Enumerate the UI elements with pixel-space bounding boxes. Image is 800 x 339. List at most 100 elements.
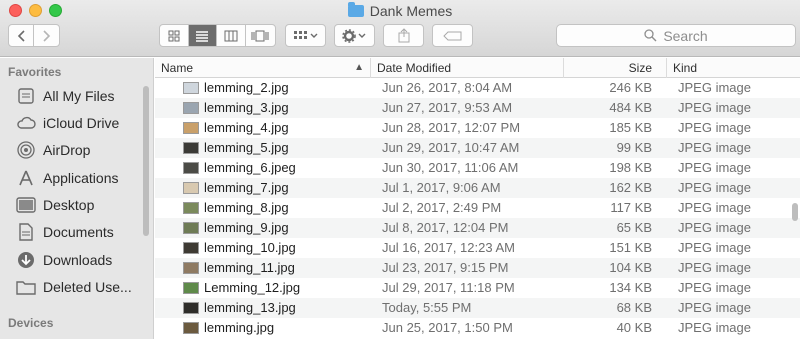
image-thumbnail-icon [183, 142, 199, 154]
sidebar-item-applications[interactable]: Applications [0, 165, 140, 191]
column-header-name[interactable]: Name ▲ [155, 58, 370, 78]
sidebar-item-deleted-users[interactable]: Deleted Use... [0, 274, 140, 300]
table-row[interactable]: lemming_13.jpg Today, 5:55 PM 68 KB JPEG im… [155, 298, 800, 318]
applications-icon [16, 168, 36, 188]
sort-ascending-icon: ▲ [354, 62, 364, 73]
file-size: 484 KB [609, 100, 652, 115]
sidebar-item-downloads[interactable]: Downloads [0, 247, 140, 273]
column-view-button[interactable] [217, 25, 246, 46]
file-size: 117 KB [610, 200, 652, 215]
file-name: lemming_6.jpeg [204, 160, 296, 175]
tags-button[interactable] [432, 24, 473, 47]
file-list: Name ▲ Date Modified Size Kind lemming_2… [155, 58, 800, 339]
airdrop-icon [16, 140, 36, 160]
history-nav [8, 24, 60, 47]
downloads-icon [16, 250, 36, 270]
file-name: lemming_13.jpg [204, 300, 296, 315]
file-kind: JPEG image [678, 220, 751, 235]
image-thumbnail-icon [183, 282, 199, 294]
column-header-date[interactable]: Date Modified [370, 58, 563, 78]
sidebar-item-label: Applications [43, 170, 119, 186]
sidebar-item-desktop[interactable]: Desktop [0, 192, 140, 218]
file-name: lemming_11.jpg [204, 260, 295, 275]
table-row[interactable]: lemming_8.jpg Jul 2, 2017, 2:49 PM 117 KB J… [155, 198, 800, 218]
sidebar-item-icloud-drive[interactable]: iCloud Drive [0, 110, 140, 136]
list-icon [196, 30, 209, 42]
file-size: 151 KB [609, 240, 652, 255]
title-bar: Dank Memes Search [0, 0, 800, 57]
file-date-modified: Today, 5:55 PM [382, 300, 472, 315]
search-field[interactable]: Search [556, 24, 796, 47]
chevron-right-icon [42, 29, 50, 42]
file-date-modified: Jun 26, 2017, 8:04 AM [382, 80, 513, 95]
file-size: 40 KB [616, 320, 652, 335]
table-row[interactable]: lemming_2.jpg Jun 26, 2017, 8:04 AM 246 KB… [155, 78, 800, 98]
file-kind: JPEG image [678, 140, 751, 155]
sidebar-item-all-my-files[interactable]: All My Files [0, 83, 140, 109]
image-thumbnail-icon [183, 182, 199, 194]
list-view-button[interactable] [188, 25, 218, 46]
sidebar-item-label: AirDrop [43, 142, 91, 158]
file-date-modified: Jul 8, 2017, 12:04 PM [382, 220, 509, 235]
column-header-kind[interactable]: Kind [666, 58, 800, 78]
column-header-size[interactable]: Size [563, 58, 666, 78]
file-size: 134 KB [609, 280, 652, 295]
share-button[interactable] [383, 24, 424, 47]
sidebar-item-label: Deleted Use... [43, 279, 132, 295]
file-date-modified: Jun 29, 2017, 10:47 AM [382, 140, 520, 155]
file-kind: JPEG image [678, 300, 751, 315]
table-row[interactable]: lemming_6.jpeg Jun 30, 2017, 11:06 AM 198 … [155, 158, 800, 178]
file-date-modified: Jul 23, 2017, 9:15 PM [382, 260, 509, 275]
table-row[interactable]: lemming.jpg Jun 25, 2017, 1:50 PM 40 KB JPE… [155, 318, 800, 338]
file-date-modified: Jun 30, 2017, 11:06 AM [382, 160, 519, 175]
file-date-modified: Jun 28, 2017, 12:07 PM [382, 120, 521, 135]
table-row[interactable]: lemming_7.jpg Jul 1, 2017, 9:06 AM 162 KB J… [155, 178, 800, 198]
file-kind: JPEG image [678, 120, 751, 135]
file-size: 185 KB [609, 120, 652, 135]
documents-icon [16, 222, 36, 242]
image-thumbnail-icon [183, 322, 199, 334]
table-row[interactable]: lemming_3.jpg Jun 27, 2017, 9:53 AM 484 KB… [155, 98, 800, 118]
table-row[interactable]: lemming_4.jpg Jun 28, 2017, 12:07 PM 185 K… [155, 118, 800, 138]
file-kind: JPEG image [678, 160, 751, 175]
action-button[interactable] [334, 24, 375, 47]
grid-icon [168, 30, 180, 41]
file-size: 104 KB [609, 260, 652, 275]
sidebar-item-airdrop[interactable]: AirDrop [0, 137, 140, 163]
sidebar-item-label: iCloud Drive [43, 115, 120, 131]
forward-button[interactable] [34, 25, 59, 46]
table-row[interactable]: lemming_11.jpg Jul 23, 2017, 9:15 PM 104 K… [155, 258, 800, 278]
image-thumbnail-icon [183, 242, 199, 254]
table-row[interactable]: lemming_9.jpg Jul 8, 2017, 12:04 PM 65 KB J… [155, 218, 800, 238]
file-name: lemming_5.jpg [204, 140, 289, 155]
sidebar-scrollbar[interactable] [143, 86, 149, 236]
column-name-label: Name [161, 61, 194, 75]
folder-icon [16, 277, 36, 297]
search-placeholder: Search [663, 27, 708, 44]
file-date-modified: Jul 1, 2017, 9:06 AM [382, 180, 501, 195]
icon-view-button[interactable] [160, 25, 189, 46]
gallery-view-button[interactable] [246, 25, 275, 46]
tag-icon [442, 31, 461, 40]
image-thumbnail-icon [183, 202, 199, 214]
folder-icon [347, 2, 364, 17]
all-files-icon [16, 86, 36, 106]
devices-heading: Devices [8, 316, 54, 330]
table-row[interactable]: lemming_5.jpg Jun 29, 2017, 10:47 AM 99 KB… [155, 138, 800, 158]
back-button[interactable] [9, 25, 35, 46]
file-date-modified: Jul 2, 2017, 2:49 PM [382, 200, 502, 215]
file-name: lemming_7.jpg [204, 180, 289, 195]
chevron-left-icon [17, 29, 25, 42]
table-row[interactable]: Lemming_12.jpg Jul 29, 2017, 11:18 PM 134 … [155, 278, 800, 298]
image-thumbnail-icon [183, 102, 199, 114]
table-row[interactable]: lemming_10.jpg Jul 16, 2017, 12:23 AM 151 … [155, 238, 800, 258]
file-size: 162 KB [609, 180, 652, 195]
sidebar-item-documents[interactable]: Documents [0, 219, 140, 245]
file-name: lemming_4.jpg [204, 120, 289, 135]
arrange-icon [293, 30, 317, 39]
file-list-scrollbar[interactable] [792, 203, 798, 221]
image-thumbnail-icon [183, 122, 199, 134]
columns-icon [224, 30, 238, 41]
file-kind: JPEG image [678, 320, 751, 335]
arrange-button[interactable] [285, 24, 326, 47]
